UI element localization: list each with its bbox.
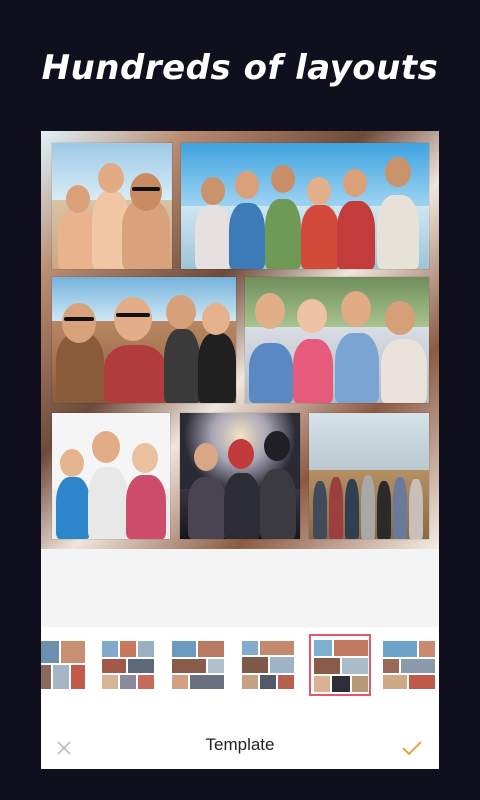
template-thumb[interactable] — [170, 637, 226, 693]
template-strip[interactable] — [41, 627, 439, 707]
template-title: Template — [205, 735, 275, 754]
template-thumb[interactable] — [100, 637, 156, 693]
editor-preview: Template — [41, 131, 439, 769]
collage-photo-1[interactable] — [52, 143, 172, 269]
collage-photo-4[interactable] — [245, 277, 429, 403]
collage-photo-3[interactable] — [52, 277, 236, 403]
check-icon[interactable] — [401, 739, 423, 757]
collage-photo-5[interactable] — [52, 413, 170, 539]
collage-photo-2[interactable] — [181, 143, 429, 269]
collage-canvas[interactable] — [41, 131, 439, 549]
collage-photo-6[interactable] — [180, 413, 300, 539]
headline: Hundreds of layouts — [41, 48, 439, 88]
bottom-toolbar: Template — [41, 707, 439, 769]
template-thumb[interactable] — [240, 637, 296, 693]
template-thumb[interactable] — [41, 637, 89, 693]
collage-photo-7[interactable] — [309, 413, 429, 539]
template-thumb[interactable] — [381, 637, 437, 693]
template-thumb-selected[interactable] — [309, 634, 371, 696]
